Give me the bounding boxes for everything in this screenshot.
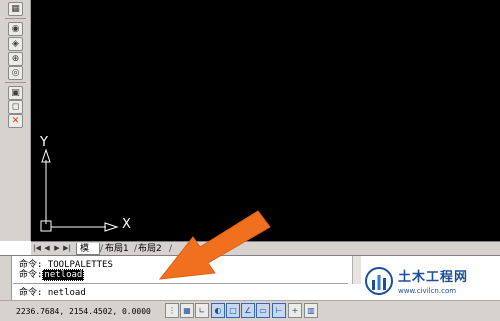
first-tab-icon[interactable]: |◀	[33, 244, 41, 253]
command-input[interactable]: 命令: netload	[13, 285, 348, 301]
model-icon[interactable]: +	[288, 303, 302, 318]
command-history: 命令: TOOLPALETTES 命令: netload	[13, 256, 361, 284]
history-line: 命令: netload	[19, 269, 85, 281]
command-input-text[interactable]: netload	[48, 288, 86, 298]
snap-icon[interactable]: ⋮	[165, 303, 179, 318]
drawing-canvas[interactable]: Y X	[31, 0, 500, 241]
osnap-icon[interactable]: □	[226, 303, 240, 318]
otrack-icon[interactable]: ∠	[241, 303, 255, 318]
tab-layout2[interactable]: 布局2	[135, 243, 171, 255]
properties-icon[interactable]: ▣	[8, 86, 23, 100]
ucs-y-label: Y	[40, 135, 48, 150]
command-prompt: 命令:	[19, 260, 43, 270]
toolbar-separator	[5, 82, 26, 83]
pan-icon[interactable]: ◈	[8, 37, 23, 51]
command-input-line[interactable]: 命令: netload	[19, 288, 86, 299]
layout-tab-bar: |◀ ◀ ▶ ▶| 模型 / 布局1 / 布局2 /	[31, 241, 500, 266]
tab-divider: /	[169, 244, 173, 254]
qp-icon[interactable]: ▥	[304, 303, 318, 318]
selected-command-text[interactable]: netload	[42, 269, 85, 281]
orbit-icon[interactable]: ◉	[8, 22, 23, 36]
coordinate-readout: 2236.7684, 2154.4502, 0.0000	[16, 307, 151, 316]
delete-icon[interactable]: ✕	[8, 114, 23, 128]
watermark: 土木工程网 www.civilcn.com	[364, 266, 500, 300]
civilcn-logo-icon	[365, 267, 393, 295]
view-icon[interactable]: ▦	[8, 2, 23, 16]
zoom-icon[interactable]: ⊕	[8, 52, 23, 66]
zoom-window-icon[interactable]: ◎	[8, 66, 23, 80]
tab-model[interactable]: 模型	[76, 243, 100, 266]
polar-icon[interactable]: ◐	[211, 303, 225, 318]
next-tab-icon[interactable]: ▶	[53, 244, 61, 253]
lineweight-icon[interactable]: ⊢	[272, 303, 286, 318]
box-icon[interactable]: ◻	[8, 100, 23, 114]
ucs-x-label: X	[122, 217, 131, 232]
dyn-icon[interactable]: ▭	[256, 303, 270, 318]
ucs-icon	[40, 148, 119, 232]
status-bar: 2236.7684, 2154.4502, 0.0000 ⋮ ▦ ∟ ◐ □ ∠…	[0, 300, 500, 321]
tab-layout1[interactable]: 布局1	[102, 243, 138, 255]
ortho-icon[interactable]: ∟	[195, 303, 209, 318]
command-window-grip[interactable]	[0, 256, 12, 301]
command-prompt: 命令:	[19, 288, 43, 298]
left-toolbar: ▦ ◉ ◈ ⊕ ◎ ▣ ◻ ✕	[0, 0, 31, 241]
grid-icon[interactable]: ▦	[180, 303, 194, 318]
toolbar-separator	[5, 18, 26, 19]
prev-tab-icon[interactable]: ◀	[43, 244, 51, 253]
command-scrollbar[interactable]	[352, 256, 361, 284]
command-prompt: 命令:	[19, 270, 43, 280]
watermark-title: 土木工程网	[398, 270, 469, 285]
last-tab-icon[interactable]: ▶|	[63, 244, 71, 253]
watermark-url: www.civilcn.com	[398, 287, 457, 295]
